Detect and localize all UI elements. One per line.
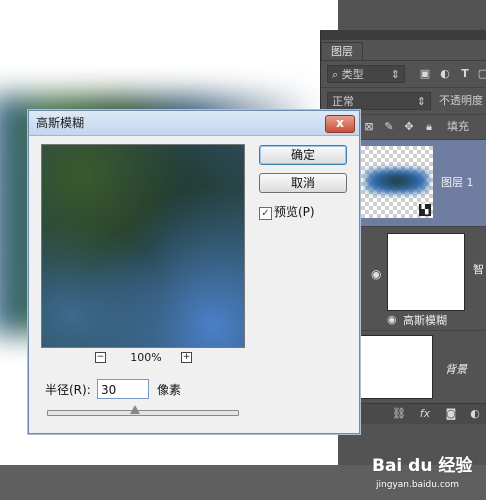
type-filter-icon[interactable]: T xyxy=(457,65,473,83)
preview-checkbox[interactable]: ✓ xyxy=(259,207,272,220)
watermark-url: jingyan.baidu.com xyxy=(376,480,460,490)
ok-button[interactable]: 确定 xyxy=(259,145,347,165)
thumbnail-content xyxy=(365,168,429,194)
gaussian-blur-dialog: 高斯模糊 x − 100% + 确定 取消 ✓ 预览(P) 半径(R): 30 … xyxy=(28,110,360,434)
radius-slider-thumb[interactable] xyxy=(130,405,141,414)
close-button[interactable]: x xyxy=(325,115,355,133)
search-icon: ⌕ xyxy=(332,68,342,81)
background-layer-name[interactable]: 背景 xyxy=(445,361,467,377)
layer-name[interactable]: 图层 1 xyxy=(441,174,474,190)
link-icon[interactable]: ⛓ xyxy=(391,405,407,423)
smart-filter-name: 智 xyxy=(473,263,484,276)
preview-pane[interactable] xyxy=(41,144,245,348)
blend-mode-select[interactable]: 正常 ⇕ xyxy=(327,92,431,110)
radius-input[interactable]: 30 xyxy=(97,379,149,399)
adjustment-layer-icon[interactable]: ◐ xyxy=(467,405,483,423)
preview-label[interactable]: 预览(P) xyxy=(274,204,315,220)
dialog-title: 高斯模糊 xyxy=(36,116,85,130)
adjustment-filter-icon[interactable]: ◐ xyxy=(437,65,453,83)
radius-unit: 像素 xyxy=(157,383,182,397)
filter-kind-label: 类型 xyxy=(341,68,364,81)
cancel-button[interactable]: 取消 xyxy=(259,173,347,193)
zoom-in-button[interactable]: + xyxy=(181,352,192,363)
zoom-level: 100% xyxy=(130,351,162,364)
image-filter-icon[interactable]: ▣ xyxy=(417,65,433,83)
blend-mode-label: 正常 xyxy=(332,95,354,108)
visibility-eye-icon[interactable]: ◉ xyxy=(371,267,381,281)
panel-header-bar xyxy=(321,30,486,40)
tab-layers[interactable]: 图层 xyxy=(321,42,363,61)
watermark-logo: Bai du 经验 xyxy=(372,456,473,476)
lock-position-icon[interactable]: ✥ xyxy=(401,118,417,136)
lock-transparent-icon[interactable]: ⊠ xyxy=(361,118,377,136)
radius-label: 半径(R): xyxy=(45,383,91,397)
filter-mask-thumbnail[interactable] xyxy=(387,233,465,311)
chevron-updown-icon: ⇕ xyxy=(390,68,400,81)
baidu-watermark: Bai du 经验 jingyan.baidu.com xyxy=(372,455,482,499)
effect-name[interactable]: 高斯模糊 xyxy=(403,312,447,328)
lock-all-icon[interactable]: 🔒︎ xyxy=(421,118,437,136)
zoom-out-button[interactable]: − xyxy=(95,352,106,363)
filter-row: ⌕ 类型 ⇕ ▣ ◐ T ▢ xyxy=(321,61,486,88)
radius-slider-track[interactable] xyxy=(47,410,239,416)
lock-pixels-icon[interactable]: ✎ xyxy=(381,118,397,136)
smart-object-icon: ▚ xyxy=(419,204,431,216)
layer-thumbnail: ▚ xyxy=(361,146,433,218)
fill-label: 填充 xyxy=(447,120,469,133)
chevron-updown-icon: ⇕ xyxy=(416,95,426,108)
effect-eye-icon[interactable]: ◉ xyxy=(387,313,397,326)
dialog-titlebar[interactable]: 高斯模糊 x xyxy=(29,111,359,136)
shape-filter-icon[interactable]: ▢ xyxy=(475,65,486,83)
add-mask-icon[interactable]: ◙ xyxy=(443,405,459,423)
opacity-label: 不透明度 xyxy=(439,94,483,107)
fx-icon[interactable]: fx xyxy=(417,405,433,423)
filter-kind-select[interactable]: ⌕ 类型 ⇕ xyxy=(327,65,405,83)
checkmark-icon: ✓ xyxy=(261,208,270,219)
